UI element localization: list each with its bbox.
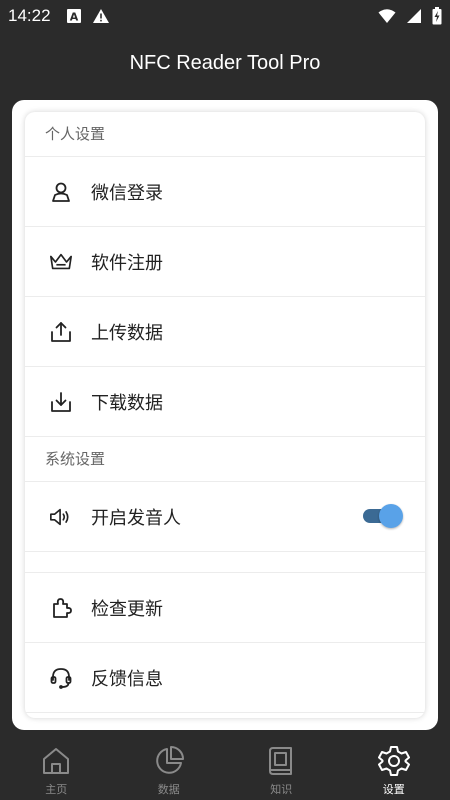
svg-text:A: A	[70, 11, 79, 24]
feedback-row[interactable]: 反馈信息	[25, 643, 425, 713]
nav-label-data: 数据	[157, 783, 180, 796]
feedback-label: 反馈信息	[91, 668, 163, 690]
voice-announcer-toggle[interactable]	[363, 504, 403, 528]
settings-card: 个人设置 微信登录 软件注册 上传数据 下载数据 系统设置 开启发音人 检查更新…	[25, 112, 425, 718]
upload-data-label: 上传数据	[91, 322, 163, 344]
home-icon	[39, 744, 73, 778]
wechat-login-label: 微信登录	[91, 182, 163, 204]
download-data-row[interactable]: 下载数据	[25, 367, 425, 437]
status-notification-icons: A	[66, 8, 110, 24]
warning-icon	[93, 9, 109, 23]
app-title: NFC Reader Tool Pro	[129, 52, 321, 74]
gear-icon	[377, 744, 411, 778]
nav-item-settings[interactable]: 设置	[338, 740, 450, 800]
battery-icon	[432, 7, 442, 25]
nav-label-knowledge: 知识	[270, 783, 293, 796]
wifi-icon	[378, 9, 396, 23]
nav-label-home: 主页	[45, 783, 68, 796]
signal-icon	[407, 9, 421, 23]
check-update-row[interactable]: 检查更新	[25, 573, 425, 643]
status-system-icons	[378, 7, 442, 25]
bottom-nav: 主页 数据 知识 设置	[0, 740, 450, 800]
section-header-system: 系统设置	[25, 437, 425, 482]
voice-announcer-row: 开启发音人	[25, 482, 425, 552]
wechat-login-row[interactable]: 微信登录	[25, 157, 425, 227]
software-register-label: 软件注册	[91, 252, 163, 274]
crown-icon	[49, 250, 73, 274]
status-time: 14:22	[8, 6, 51, 25]
toggle-knob	[379, 504, 403, 528]
download-icon	[49, 390, 73, 414]
nav-item-home[interactable]: 主页	[0, 740, 113, 800]
headset-icon	[49, 666, 73, 690]
book-icon	[264, 744, 298, 778]
upload-icon	[49, 320, 73, 344]
status-bar: 14:22 A	[0, 0, 450, 32]
voice-announcer-label: 开启发音人	[91, 507, 181, 529]
pie-chart-icon	[152, 744, 186, 778]
software-register-row[interactable]: 软件注册	[25, 227, 425, 297]
section-divider	[25, 552, 425, 573]
nav-label-settings: 设置	[382, 783, 405, 796]
upload-data-row[interactable]: 上传数据	[25, 297, 425, 367]
user-icon	[49, 180, 73, 204]
nav-item-knowledge[interactable]: 知识	[225, 740, 338, 800]
section-header-personal: 个人设置	[25, 112, 425, 157]
puzzle-icon	[49, 596, 73, 620]
accessibility-a-icon: A	[67, 9, 81, 24]
speaker-icon	[49, 505, 73, 529]
nav-item-data[interactable]: 数据	[113, 740, 226, 800]
check-update-label: 检查更新	[91, 598, 163, 620]
download-data-label: 下载数据	[91, 392, 163, 414]
